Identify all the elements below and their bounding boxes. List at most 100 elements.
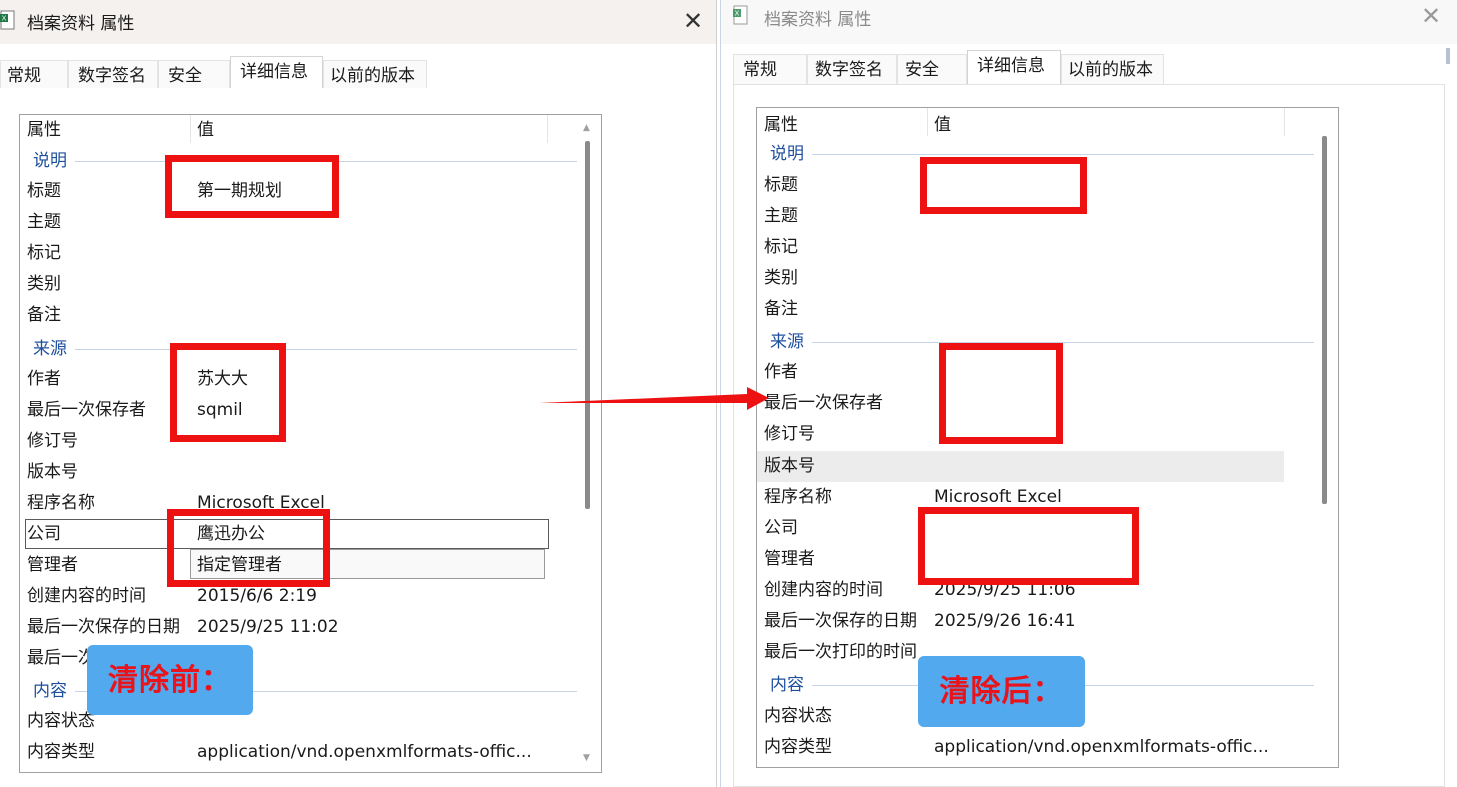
excel-file-icon: X <box>0 10 15 30</box>
property-label: 类别 <box>764 268 798 288</box>
column-header-property[interactable]: 属性 <box>27 115 61 145</box>
title-bar: X 档案资料 属性 ✕ <box>721 0 1457 44</box>
tab-previous-versions[interactable]: 以前的版本 <box>323 60 427 90</box>
column-divider[interactable] <box>1284 108 1285 136</box>
property-label: 作者 <box>764 362 798 382</box>
property-label: 最后一次 <box>27 648 95 668</box>
group-origin: 来源 <box>33 337 577 363</box>
close-icon[interactable]: ✕ <box>1418 3 1444 29</box>
highlight-origin-values <box>939 343 1063 444</box>
property-label: 内容状态 <box>764 706 832 726</box>
property-label: 创建内容的时间 <box>764 580 883 600</box>
property-label: 程序名称 <box>27 493 95 513</box>
column-header-value[interactable]: 值 <box>197 115 214 145</box>
property-row-tags[interactable]: 标记 <box>757 232 1297 263</box>
property-row-revision[interactable]: 修订号 <box>20 426 560 457</box>
arrow-icon <box>539 387 769 410</box>
before-label-badge: 清除前： <box>87 645 253 715</box>
property-label: 版本号 <box>764 456 815 476</box>
property-label: 类别 <box>27 274 61 294</box>
tab-general[interactable]: 常规 <box>733 54 807 84</box>
window-title: 档案资料 属性 <box>27 14 135 34</box>
property-label: 最后一次保存的日期 <box>764 611 917 631</box>
column-header-value[interactable]: 值 <box>934 110 951 140</box>
group-label: 说明 <box>33 151 67 171</box>
scroll-up-icon[interactable]: ▲ <box>583 123 590 133</box>
property-label: 内容状态 <box>27 711 95 731</box>
highlight-title-value <box>920 157 1087 214</box>
tab-digital-signatures[interactable]: 数字签名 <box>68 60 158 90</box>
tab-details[interactable]: 详细信息 <box>967 50 1061 84</box>
tab-general[interactable]: 常规 <box>0 60 68 90</box>
tab-strip: 常规 数字签名 安全 详细信息 以前的版本 <box>733 50 1445 86</box>
property-label: 作者 <box>27 369 61 389</box>
tab-details[interactable]: 详细信息 <box>230 56 323 90</box>
highlight-title-value <box>165 155 339 218</box>
group-divider <box>812 154 1314 155</box>
group-label: 来源 <box>33 339 67 359</box>
scroll-down-icon[interactable]: ▼ <box>583 753 590 763</box>
tab-previous-versions[interactable]: 以前的版本 <box>1061 54 1164 84</box>
property-row-author[interactable]: 作者 苏大大 <box>20 364 560 395</box>
property-label: 程序名称 <box>764 487 832 507</box>
property-label: 备注 <box>764 299 798 319</box>
property-label: 标题 <box>27 181 61 201</box>
property-row-comments[interactable]: 备注 <box>20 300 560 331</box>
after-label-badge: 清除后： <box>918 656 1085 727</box>
property-row-version[interactable]: 版本号 <box>20 457 560 488</box>
property-value: 2025/9/26 16:41 <box>934 611 1076 631</box>
column-divider[interactable] <box>927 108 928 136</box>
property-label: 最后一次保存的日期 <box>27 617 180 637</box>
window-title: 档案资料 属性 <box>764 10 872 30</box>
group-label: 内容 <box>770 675 804 695</box>
property-row-last-saved-by[interactable]: 最后一次保存者 sqmil <box>20 395 560 426</box>
property-label: 标记 <box>764 237 798 257</box>
title-bar: X 档案资料 属性 ✕ <box>0 0 716 44</box>
property-label: 最后一次打印的时间 <box>764 642 917 662</box>
property-row-category[interactable]: 类别 <box>757 263 1297 294</box>
highlight-company-manager <box>167 509 330 587</box>
tab-security[interactable]: 安全 <box>158 60 230 90</box>
property-label: 标题 <box>764 175 798 195</box>
column-header-property[interactable]: 属性 <box>764 110 798 140</box>
property-label: 公司 <box>764 518 798 538</box>
property-row-content-type[interactable]: 内容类型 application/vnd.openxmlformats-offi… <box>20 737 560 768</box>
property-row-category[interactable]: 类别 <box>20 269 560 300</box>
scrollbar-thumb[interactable] <box>585 141 590 509</box>
property-label: 管理者 <box>764 549 815 569</box>
property-value: application/vnd.openxmlformats-offic... <box>197 742 532 762</box>
group-label: 内容 <box>33 681 67 701</box>
property-row-version[interactable]: 版本号 <box>757 451 1284 482</box>
column-divider[interactable] <box>547 115 548 143</box>
property-label: 修订号 <box>764 424 815 444</box>
property-label: 公司 <box>27 524 61 544</box>
window-edge-mark <box>1446 48 1450 64</box>
highlight-origin-values <box>170 343 286 442</box>
property-row-last-saved[interactable]: 最后一次保存的日期 2025/9/25 11:02 <box>20 612 560 643</box>
property-value: 2025/9/25 11:02 <box>197 617 339 637</box>
property-row-tags[interactable]: 标记 <box>20 238 560 269</box>
property-value: application/vnd.openxmlformats-offic... <box>934 737 1269 757</box>
svg-text:X: X <box>735 11 740 18</box>
property-label: 最后一次保存者 <box>764 393 883 413</box>
property-label: 版本号 <box>27 462 78 482</box>
property-row-last-saved[interactable]: 最后一次保存的日期 2025/9/26 16:41 <box>757 606 1297 637</box>
property-label: 备注 <box>27 305 61 325</box>
group-label: 说明 <box>770 144 804 164</box>
column-divider[interactable] <box>190 115 191 143</box>
property-label: 内容类型 <box>27 742 95 762</box>
property-label: 内容类型 <box>764 737 832 757</box>
property-row-comments[interactable]: 备注 <box>757 294 1297 325</box>
property-row-content-type[interactable]: 内容类型 application/vnd.openxmlformats-offi… <box>757 732 1297 763</box>
property-label: 创建内容的时间 <box>27 586 146 606</box>
property-label: 修订号 <box>27 431 78 451</box>
tab-security[interactable]: 安全 <box>897 54 967 84</box>
property-label: 标记 <box>27 243 61 263</box>
tab-digital-signatures[interactable]: 数字签名 <box>807 54 897 84</box>
property-label: 最后一次保存者 <box>27 400 146 420</box>
property-label: 主题 <box>27 212 61 232</box>
group-divider <box>75 349 577 350</box>
scrollbar-thumb[interactable] <box>1322 136 1327 504</box>
close-icon[interactable]: ✕ <box>680 8 706 34</box>
group-label: 来源 <box>770 332 804 352</box>
